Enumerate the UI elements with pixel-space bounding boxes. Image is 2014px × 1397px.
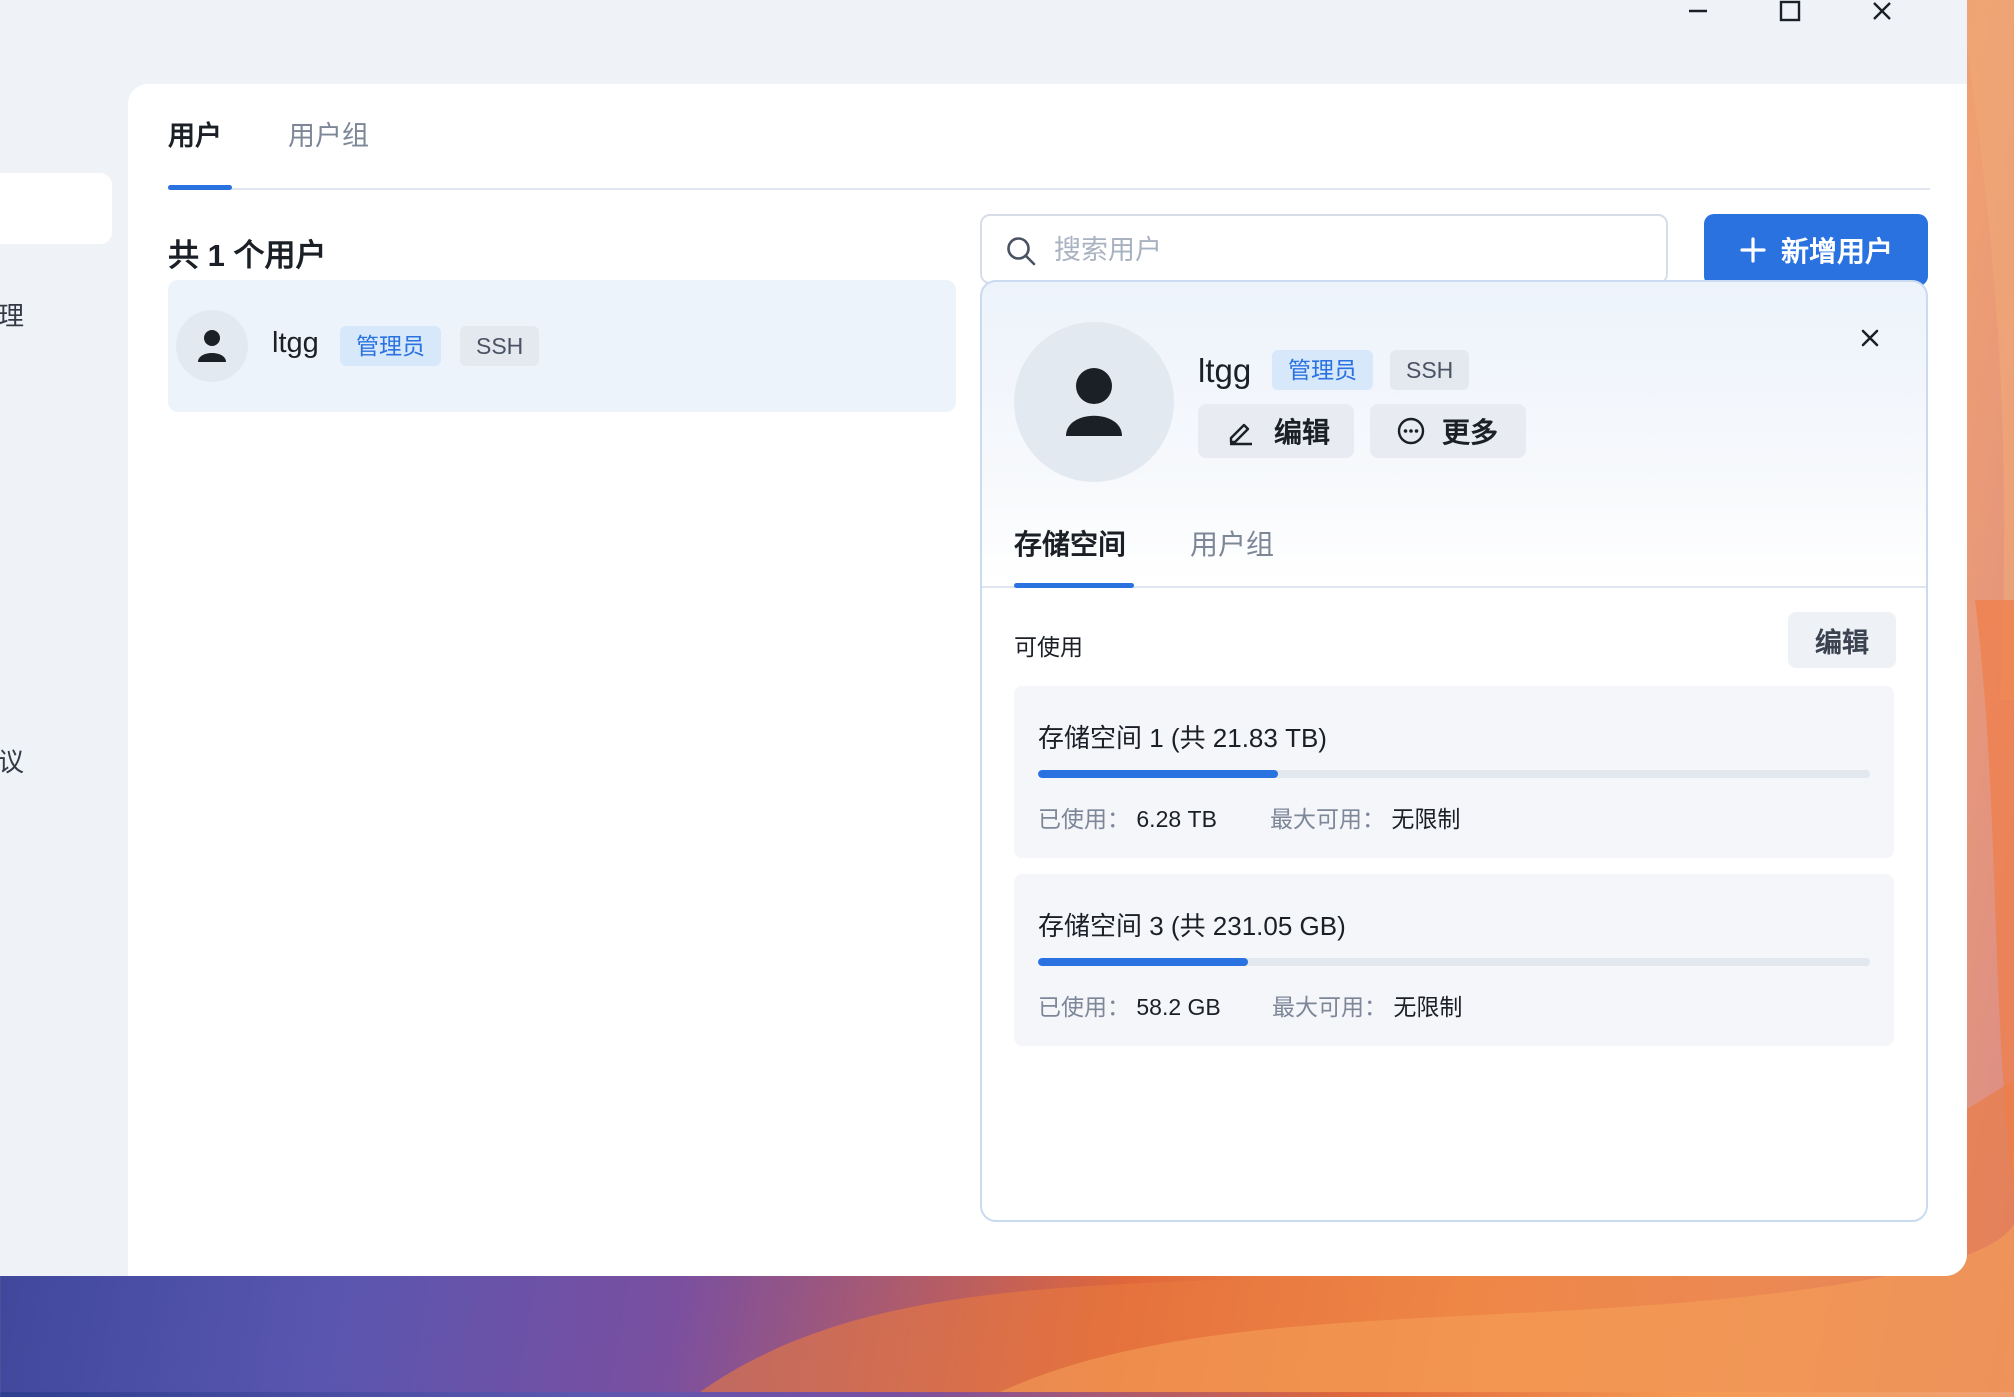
more-button[interactable]: 更多 <box>1370 404 1526 458</box>
admin-badge: 管理员 <box>340 326 441 366</box>
user-icon <box>1066 368 1122 436</box>
ssh-badge: SSH <box>1390 350 1470 390</box>
available-label: 可使用 <box>1014 634 1083 660</box>
max-meta: 最大可用： 无限制 <box>1272 994 1463 1020</box>
window-close-button[interactable] <box>1852 0 1912 32</box>
search-field[interactable] <box>980 214 1668 284</box>
tab-underline <box>168 185 232 190</box>
max-meta: 最大可用： 无限制 <box>1270 806 1461 832</box>
edit-storage-button[interactable]: 编辑 <box>1788 612 1896 668</box>
tab-storage[interactable]: 存储空间 <box>1014 504 1126 586</box>
user-name: ltgg <box>272 327 319 359</box>
usage-bar-fill <box>1038 770 1278 778</box>
tab-users[interactable]: 用户 <box>168 84 222 188</box>
detail-tab-bar: 存储空间 用户组 <box>982 504 1926 588</box>
close-icon <box>1873 2 1891 20</box>
storage-title: 存储空间 3 (共 231.05 GB) <box>1038 911 1346 941</box>
minimize-icon <box>1689 9 1707 13</box>
plus-icon <box>1740 237 1766 263</box>
maximize-icon <box>1779 0 1801 22</box>
user-icon <box>198 330 226 362</box>
user-detail-panel: ltgg 管理员 SSH 编辑 更多 存储空间 用户组 可使用 编辑 存储空间 … <box>980 280 1928 1222</box>
sidebar-item-selected[interactable] <box>0 173 112 244</box>
tab-user-groups[interactable]: 用户组 <box>288 84 369 188</box>
pencil-icon <box>1229 423 1252 446</box>
storage-card: 存储空间 1 (共 21.83 TB) 已使用： 6.28 TB 最大可用： 无… <box>1014 686 1894 858</box>
tab-user-groups[interactable]: 用户组 <box>1190 504 1274 586</box>
more-icon <box>1397 417 1425 445</box>
main-panel: 用户 用户组 共 1 个用户 新增用户 <box>128 84 1967 1276</box>
add-user-button[interactable]: 新增用户 <box>1704 214 1928 286</box>
sidebar-item-label[interactable]: 议 <box>0 742 24 779</box>
search-icon <box>1007 237 1036 266</box>
user-name: ltgg <box>1198 352 1252 389</box>
storage-title: 存储空间 1 (共 21.83 TB) <box>1038 723 1327 753</box>
user-count: 共 1 个用户 <box>168 238 327 273</box>
used-meta: 已使用： 6.28 TB <box>1038 806 1217 832</box>
avatar <box>176 310 248 382</box>
user-list-item[interactable]: ltgg 管理员 SSH <box>168 280 956 412</box>
tab-underline <box>1014 583 1134 588</box>
maximize-button[interactable] <box>1760 0 1820 32</box>
ssh-badge: SSH <box>460 326 540 366</box>
edit-user-button[interactable]: 编辑 <box>1198 404 1354 458</box>
tab-bar: 用户 用户组 <box>168 84 1930 190</box>
app-window: 理 议 用户 用户组 共 1 个用户 新增用户 <box>0 0 1967 1276</box>
search-input[interactable] <box>1052 226 1646 274</box>
admin-badge: 管理员 <box>1272 350 1373 390</box>
usage-bar <box>1038 958 1870 966</box>
avatar <box>1014 322 1174 482</box>
usage-bar-fill <box>1038 958 1248 966</box>
sidebar-item-label[interactable]: 理 <box>0 296 24 333</box>
close-detail-button[interactable] <box>1850 318 1890 358</box>
usage-bar <box>1038 770 1870 778</box>
used-meta: 已使用： 58.2 GB <box>1038 994 1221 1020</box>
storage-card: 存储空间 3 (共 231.05 GB) 已使用： 58.2 GB 最大可用： … <box>1014 874 1894 1046</box>
close-icon <box>1861 329 1879 347</box>
minimize-button[interactable] <box>1668 0 1728 32</box>
